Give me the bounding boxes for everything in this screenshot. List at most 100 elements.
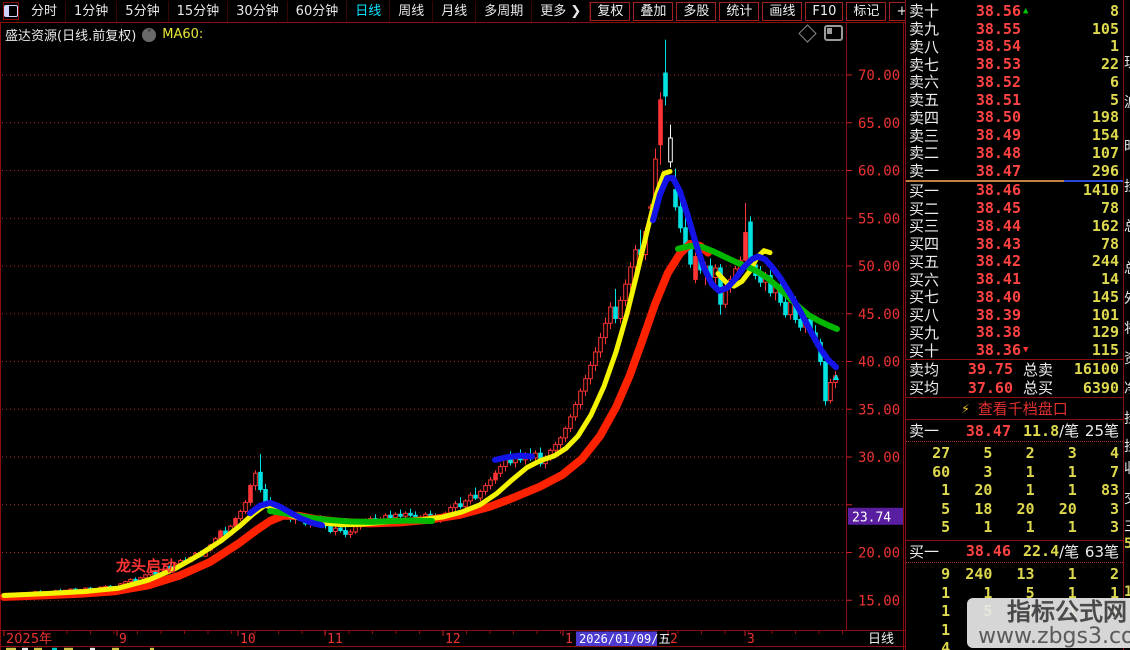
- sell-cell-1-1: 3: [983, 462, 993, 481]
- menu-item-1分钟[interactable]: 1分钟: [66, 0, 118, 22]
- sell-cell-0-1: 5: [983, 444, 993, 462]
- ma-slow-red: [0, 240, 712, 601]
- bid-volume: 14: [1100, 270, 1119, 289]
- bid-row-2[interactable]: 买二 38.45 78: [906, 199, 1123, 218]
- y-label-70: 70.00: [858, 68, 900, 84]
- x-label-3: 3: [747, 632, 755, 647]
- ask-row-8[interactable]: 卖三 38.49 154: [906, 126, 1123, 145]
- menu-item-分时[interactable]: 分时: [23, 0, 67, 22]
- sell-cell-0-2: 2: [1025, 444, 1035, 462]
- crosshair-price-label: 23.74: [852, 510, 891, 525]
- ask-row-5[interactable]: 卖六 38.52 6: [906, 73, 1123, 92]
- toolbar-button-复权[interactable]: 复权: [590, 1, 631, 21]
- menu-item-15分钟[interactable]: 15分钟: [169, 0, 229, 22]
- toolbar-button-F10[interactable]: F10: [805, 1, 844, 21]
- chevron-down-icon[interactable]: ˅: [142, 27, 157, 42]
- watermark-title: 指标公式网: [1007, 597, 1127, 626]
- y-label-60: 60.00: [858, 164, 900, 180]
- buy-cell-0-2: 13: [1016, 564, 1035, 583]
- y-label-65: 65.00: [858, 116, 900, 132]
- bid-row-3[interactable]: 买三 38.44 162: [906, 216, 1123, 236]
- candle-body: [678, 206, 683, 229]
- menu-item-30分钟[interactable]: 30分钟: [228, 0, 288, 22]
- sell-avg-value: 39.75: [967, 360, 1013, 379]
- sell1-per-value: 11.8: [1023, 421, 1060, 440]
- order-book-summary: 卖均 39.75 总卖 16100 买均 37.60 总买 6390: [906, 359, 1123, 398]
- buy1-count: 63笔: [1084, 542, 1119, 561]
- toolbar-button-标记[interactable]: 标记: [846, 1, 887, 21]
- toolbar-button-画线[interactable]: 画线: [762, 1, 803, 21]
- menu-item-日线[interactable]: 日线: [347, 0, 391, 22]
- bid-row-8[interactable]: 买八 38.39 101: [906, 306, 1123, 325]
- buy1-per-unit: /笔: [1059, 542, 1080, 561]
- ask-volume: 107: [1091, 143, 1119, 162]
- x-label-11: 11: [327, 632, 343, 647]
- ask-volume: 22: [1100, 55, 1119, 74]
- stock-app-window: 分时 1分钟 5分钟 15分钟 30分钟 60分钟 日线 周线 月线 多周期 更多 ❯ 复权 叠加 多股…: [0, 0, 1130, 650]
- menu-item-周线[interactable]: 周线: [390, 0, 434, 22]
- buy-cell-0-0: 9: [941, 564, 951, 583]
- chart-region: 盛达资源(日线.前复权) ˅ MA60: 70.00 65.00 60.00 55.0…: [0, 22, 905, 650]
- clipped-info-column: 现波时挂总总外将资净挂挂收交三51: [1123, 0, 1130, 650]
- bid-row-10[interactable]: 买十 38.36 ▼ 115: [906, 341, 1123, 360]
- ask-row-4[interactable]: 卖七 38.53 22: [906, 55, 1123, 74]
- ask-price: 38.56: [975, 1, 1021, 20]
- sell-cell-3-4: 3: [1109, 499, 1119, 518]
- bid-row-6[interactable]: 买六 38.41 14: [906, 270, 1123, 289]
- candle-body: [473, 494, 478, 499]
- candle-body: [588, 364, 593, 380]
- ask-row-3[interactable]: 卖八 38.54 1: [906, 37, 1123, 56]
- ask-row-7[interactable]: 卖四 38.50 198: [906, 108, 1123, 127]
- sell-cell-1-2: 1: [1025, 462, 1035, 481]
- view-full-depth-link[interactable]: ⚡ 查看千档盘口: [906, 398, 1123, 420]
- candle-body: [408, 512, 413, 516]
- menu-item-更多 ❯[interactable]: 更多 ❯: [532, 0, 591, 22]
- split-panel-icon[interactable]: [824, 25, 843, 41]
- bid-price: 38.40: [975, 287, 1021, 306]
- sell-cell-4-0: 5: [941, 518, 951, 537]
- menu-item-月线[interactable]: 月线: [433, 0, 477, 22]
- menu-item-60分钟[interactable]: 60分钟: [288, 0, 348, 22]
- bid-row-9[interactable]: 买九 38.38 129: [906, 323, 1123, 342]
- ask-row-2[interactable]: 卖九 38.55 105: [906, 20, 1123, 39]
- sell-average-row: 卖均 39.75 总卖 16100: [906, 360, 1123, 379]
- sell-cell-2-1: 20: [974, 481, 993, 500]
- buy-cell-0-3: 1: [1067, 564, 1077, 583]
- candle-body: [463, 500, 468, 508]
- buy-cell-0-4: 2: [1109, 564, 1119, 583]
- toolbar-button-统计[interactable]: 统计: [719, 1, 760, 21]
- bid-row-4[interactable]: 买四 38.43 78: [906, 235, 1123, 254]
- candle-body: [673, 189, 678, 208]
- bid-volume: 1410: [1082, 181, 1119, 200]
- menu-item-5分钟[interactable]: 5分钟: [117, 0, 169, 22]
- diamond-icon[interactable]: [798, 23, 817, 43]
- toolbar-button-多股[interactable]: 多股: [676, 1, 717, 21]
- sell1-count: 25笔: [1084, 422, 1119, 440]
- ask-row-10[interactable]: 卖一 38.47 296: [906, 162, 1123, 181]
- bid-row-7[interactable]: 买七 38.40 145: [906, 287, 1123, 307]
- candle-body: [628, 266, 633, 285]
- x-label-2: 2: [670, 632, 678, 647]
- candle-body: [783, 301, 788, 316]
- bid-price: 38.41: [975, 270, 1021, 289]
- bid-row-1[interactable]: 买一 38.46 1410: [906, 181, 1123, 200]
- candle-body: [458, 503, 463, 508]
- ask-row-1[interactable]: 卖十 38.56 ▲ 8: [906, 1, 1123, 21]
- period-menu: 分时 1分钟 5分钟 15分钟 30分钟 60分钟 日线 周线 月线 多周期 更多 ❯: [23, 0, 591, 22]
- candle-body: [243, 501, 248, 512]
- bid-price: 38.44: [975, 216, 1021, 235]
- sell-cell-3-3: 20: [1058, 499, 1077, 518]
- layout-toggle-icon[interactable]: [3, 2, 19, 20]
- bid-row-5[interactable]: 买五 38.42 244: [906, 252, 1123, 271]
- candle-body: [238, 510, 243, 520]
- menu-item-多周期[interactable]: 多周期: [476, 0, 533, 22]
- sell-cell-3-1: 18: [974, 499, 993, 518]
- bid-price: 38.46: [975, 181, 1021, 200]
- y-label-40: 40.00: [858, 355, 900, 371]
- candlestick-chart[interactable]: 70.00 65.00 60.00 55.00 50.00 45.00 40.00 35.00…: [0, 22, 905, 650]
- candle-body: [343, 530, 348, 535]
- ask-row-9[interactable]: 卖二 38.48 107: [906, 143, 1123, 163]
- ask-row-6[interactable]: 卖五 38.51 5: [906, 91, 1123, 110]
- buy-cell-1-0: 1: [941, 583, 951, 602]
- toolbar-button-叠加[interactable]: 叠加: [633, 1, 674, 21]
